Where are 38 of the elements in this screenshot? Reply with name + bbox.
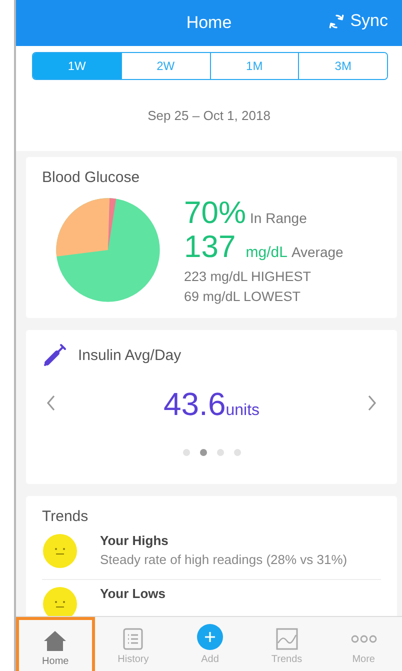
tab-item[interactable]: History xyxy=(94,617,172,671)
list-icon xyxy=(121,627,146,651)
card-title: Trends xyxy=(42,508,90,525)
highest-reading: 223 mg/dL HIGHEST xyxy=(184,269,312,284)
tab-item[interactable]: More xyxy=(325,617,402,671)
range-tab[interactable]: 3M xyxy=(298,53,387,79)
in-range-label: In Range xyxy=(250,210,307,226)
neutral-face-icon xyxy=(42,586,78,616)
tab-item[interactable]: Home xyxy=(16,617,95,671)
insulin-unit: units xyxy=(226,402,260,420)
in-range-percent: 70% xyxy=(184,196,246,230)
card-title: Blood Glucose xyxy=(42,169,141,186)
card-title: Insulin Avg/Day xyxy=(78,346,182,364)
trend-description: Steady rate of high readings (28% vs 31%) xyxy=(100,552,348,567)
syringe-icon xyxy=(42,342,68,368)
sync-button[interactable]: Sync xyxy=(328,11,388,31)
home-icon xyxy=(42,629,68,653)
tab-item[interactable]: Add xyxy=(172,617,248,671)
insulin-value: 43.6 xyxy=(163,386,226,423)
average-label: Average xyxy=(291,244,344,260)
page-dot[interactable] xyxy=(234,449,240,456)
page-dot[interactable] xyxy=(200,449,206,456)
screen-title: Home xyxy=(186,13,232,33)
range-tab[interactable]: 1W xyxy=(33,53,121,79)
plus-icon xyxy=(196,623,224,651)
page-dot[interactable] xyxy=(182,449,190,456)
chevron-left-icon xyxy=(46,394,56,412)
average-value: 137 xyxy=(184,230,236,264)
chevron-right-icon xyxy=(366,394,377,412)
average-unit: mg/dL xyxy=(246,244,288,261)
chart-icon xyxy=(274,627,299,651)
trend-title: Your Lows xyxy=(100,586,166,601)
neutral-face-icon xyxy=(42,533,78,569)
trend-title: Your Highs xyxy=(100,533,170,548)
tab-item[interactable]: Trends xyxy=(248,617,326,671)
sync-icon xyxy=(328,12,346,30)
lowest-reading: 69 mg/dL LOWEST xyxy=(184,289,302,304)
page-dot[interactable] xyxy=(216,449,224,456)
